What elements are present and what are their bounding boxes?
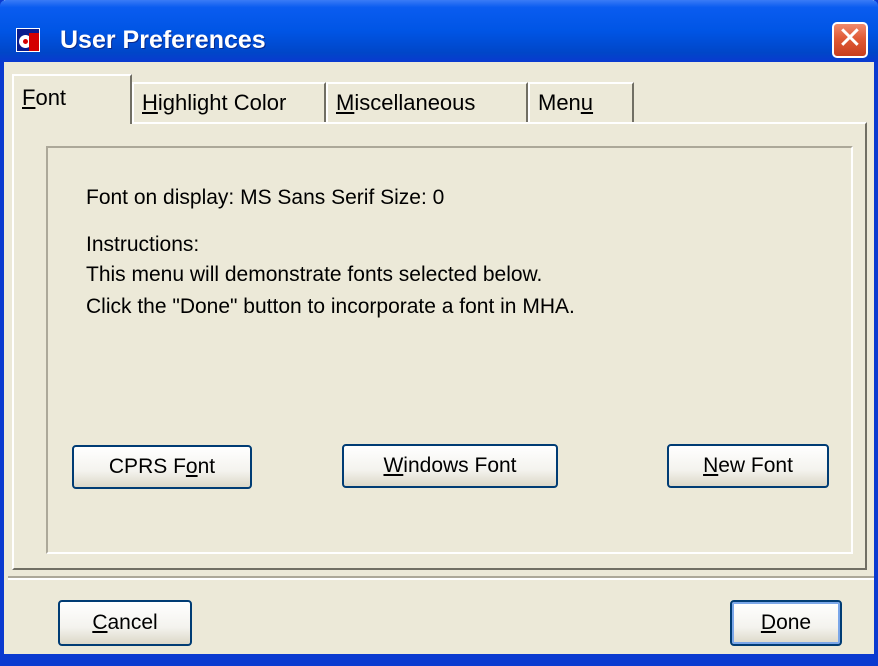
close-button[interactable]: ✕ — [832, 22, 868, 58]
window-title: User Preferences — [60, 26, 266, 54]
cancel-button[interactable]: Cancel — [58, 600, 192, 646]
window-bottom-border — [4, 654, 874, 662]
new-font-accesskey: N — [703, 454, 719, 477]
new-font-label: ew Font — [718, 454, 793, 477]
cprs-font-label: CPRS F — [108, 455, 186, 478]
tab-menu-accesskey: u — [580, 90, 594, 115]
app-icon[interactable] — [16, 28, 40, 52]
tab-highlight-accesskey: H — [142, 90, 158, 115]
tab-menu[interactable]: Menu — [528, 82, 634, 122]
user-preferences-window: User Preferences ✕ Font Highlight Color … — [0, 0, 878, 666]
cprs-font-label-post: nt — [197, 455, 216, 478]
instruction-line-2: Click the "Done" button to incorporate a… — [86, 295, 575, 318]
tab-highlight-color[interactable]: Highlight Color — [132, 82, 326, 122]
cancel-accesskey: C — [92, 611, 108, 634]
tab-menu-label-pre: Men — [538, 90, 581, 115]
instructions-heading: Instructions: — [86, 233, 200, 256]
tab-font-label: ont — [35, 85, 67, 110]
footer-divider — [8, 576, 874, 580]
new-font-button[interactable]: New Font — [667, 444, 829, 488]
title-bar[interactable]: User Preferences ✕ — [0, 0, 878, 62]
tab-font[interactable]: Font — [12, 74, 132, 124]
cprs-font-accesskey: o — [185, 455, 198, 478]
done-label: one — [776, 611, 812, 634]
tab-highlight-label: ighlight Color — [157, 90, 287, 115]
cprs-font-button[interactable]: CPRS Font — [72, 445, 252, 489]
cancel-label: ancel — [107, 611, 158, 634]
windows-font-accesskey: W — [383, 454, 404, 477]
done-button[interactable]: Done — [730, 600, 842, 646]
instruction-line-1: This menu will demonstrate fonts selecte… — [86, 263, 543, 286]
close-icon: ✕ — [837, 22, 863, 55]
tab-misc-accesskey: M — [336, 90, 355, 115]
tab-miscellaneous[interactable]: Miscellaneous — [326, 82, 528, 122]
tab-misc-label: iscellaneous — [354, 90, 476, 115]
tab-font-accesskey: F — [22, 85, 36, 110]
windows-font-button[interactable]: Windows Font — [342, 444, 558, 488]
done-accesskey: D — [760, 611, 777, 634]
windows-font-label: indows Font — [403, 454, 517, 477]
font-display-label: Font on display: MS Sans Serif Size: 0 — [86, 186, 445, 209]
